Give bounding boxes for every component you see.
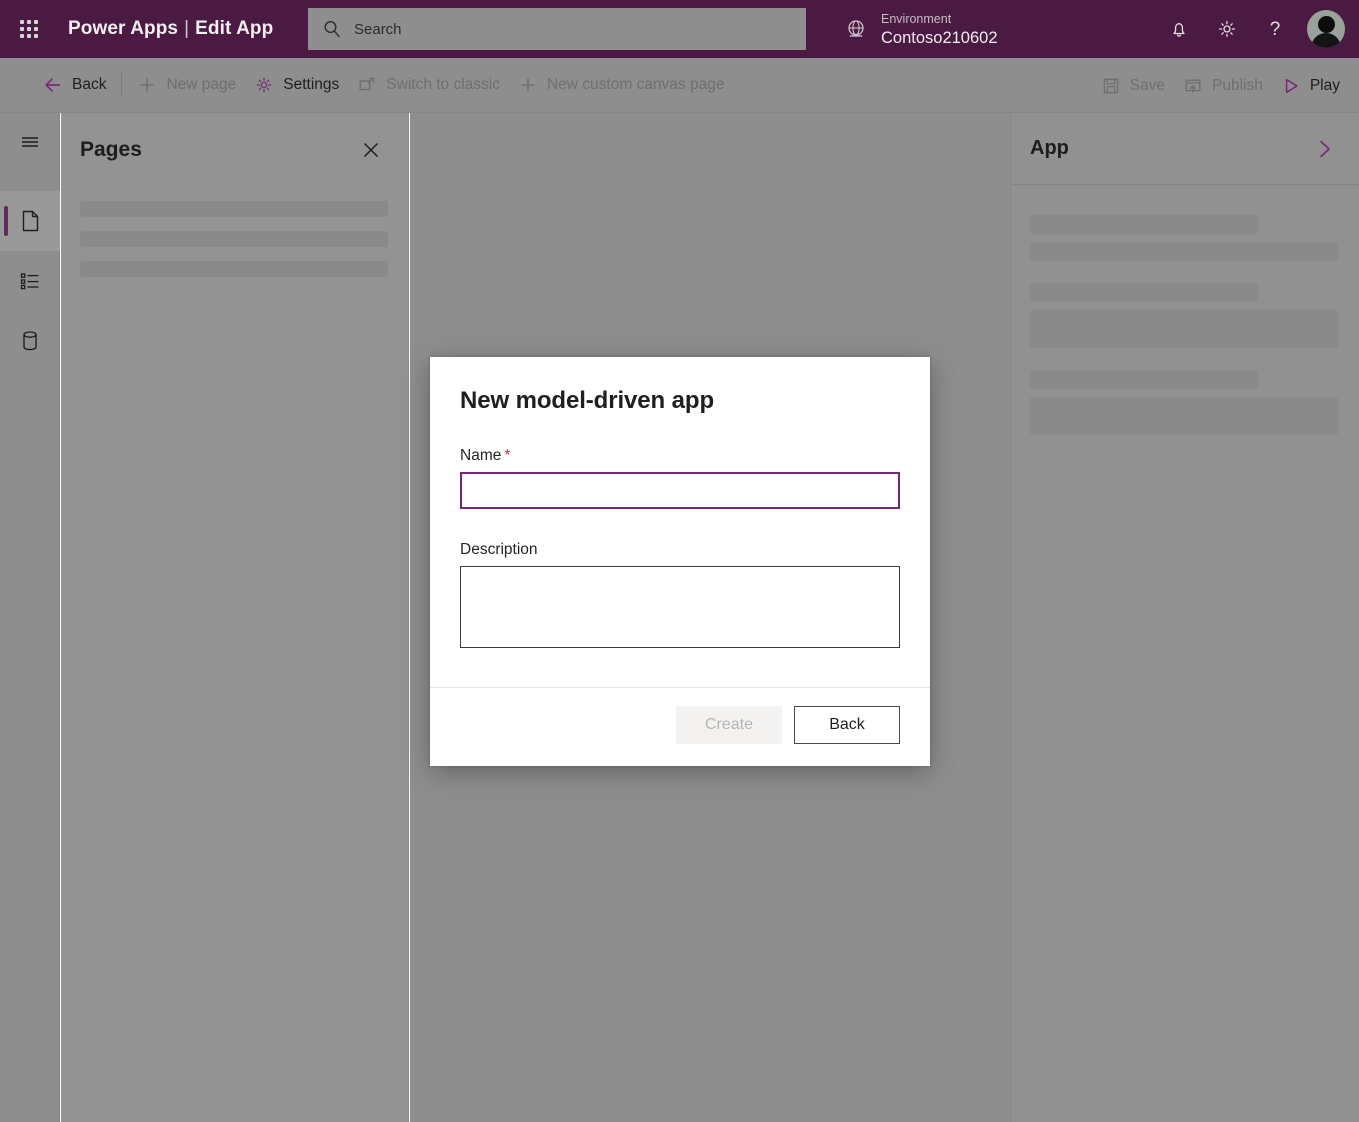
name-label-text: Name — [460, 447, 501, 464]
back-button[interactable]: Back — [794, 706, 900, 744]
name-input[interactable] — [460, 472, 900, 509]
dialog-title: New model-driven app — [460, 387, 900, 415]
dialog-footer: Create Back — [430, 687, 930, 766]
dialog-body: New model-driven app Name* Description — [430, 357, 930, 687]
name-field-label: Name* — [460, 447, 900, 465]
description-input[interactable] — [460, 566, 900, 648]
new-model-driven-app-dialog: New model-driven app Name* Description C… — [430, 357, 930, 766]
description-field-label: Description — [460, 541, 900, 559]
required-asterisk: * — [504, 447, 510, 464]
name-field-group: Name* — [460, 447, 900, 509]
power-apps-edit-app-screen: Power Apps|Edit App Search Environment C… — [0, 0, 1359, 1122]
create-button[interactable]: Create — [676, 706, 782, 744]
description-field-group: Description — [460, 541, 900, 653]
